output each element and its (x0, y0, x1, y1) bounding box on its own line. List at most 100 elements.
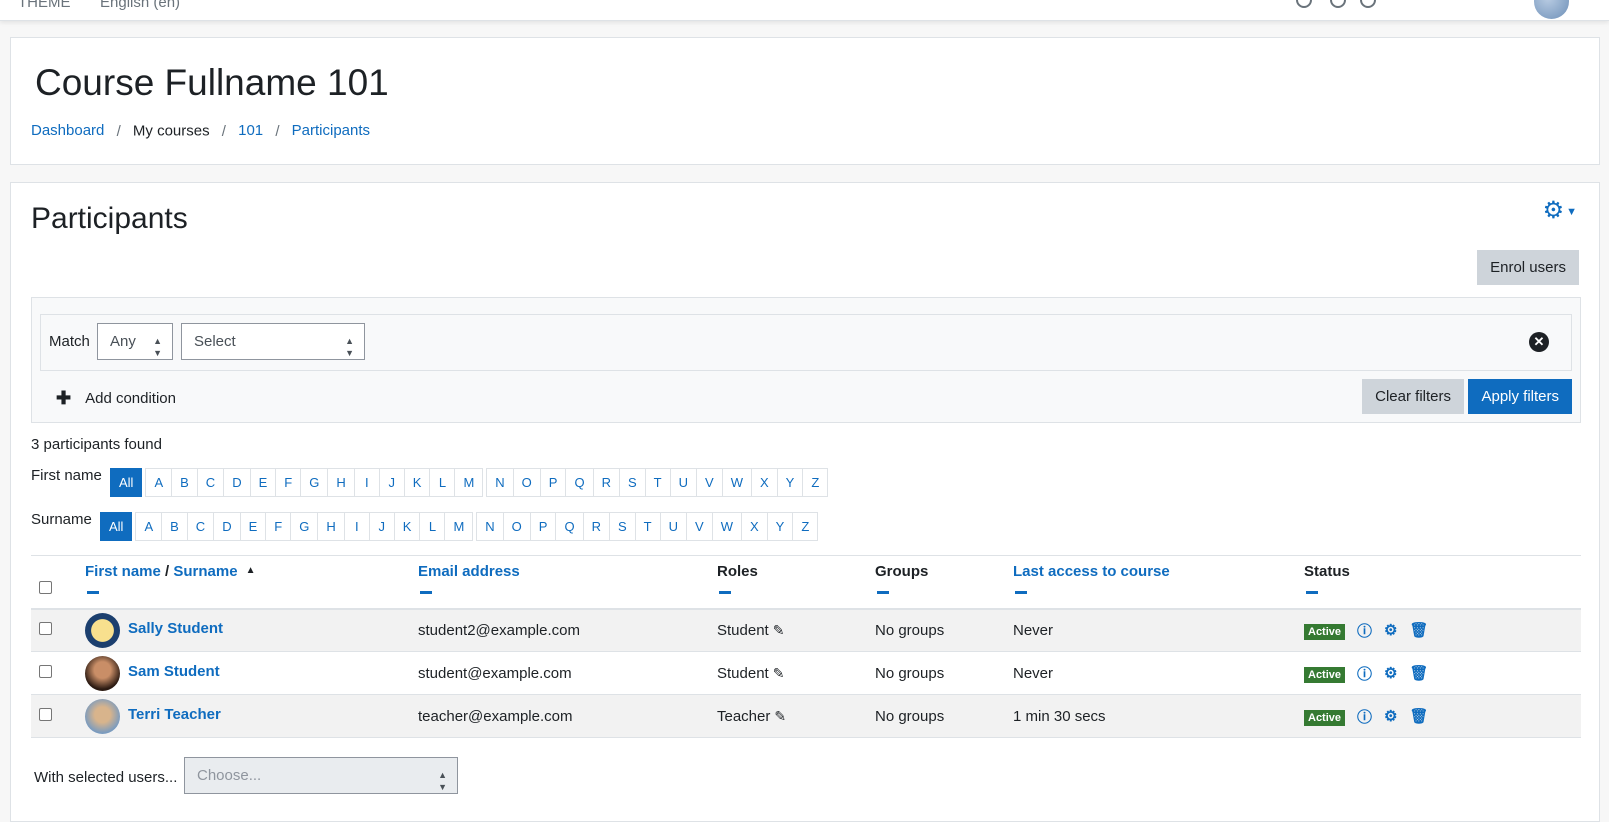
firstname-initial-p[interactable]: P (539, 468, 567, 497)
surname-initial-b[interactable]: B (161, 512, 188, 541)
surname-initial-z[interactable]: Z (792, 512, 819, 541)
sort-lastaccess-link[interactable]: Last access to course (1013, 563, 1170, 580)
user-name-link[interactable]: Terri Teacher (128, 706, 221, 723)
surname-initial-c[interactable]: C (186, 512, 215, 541)
collapse-column-icon[interactable] (1306, 591, 1318, 594)
firstname-initial-t[interactable]: T (644, 468, 671, 497)
surname-initial-f[interactable]: F (265, 512, 292, 541)
language-menu[interactable]: English (en) (100, 0, 180, 11)
surname-initial-u[interactable]: U (659, 512, 688, 541)
collapse-column-icon[interactable] (1015, 591, 1027, 594)
firstname-initial-c[interactable]: C (196, 468, 225, 497)
firstname-initial-a[interactable]: A (145, 468, 173, 497)
firstname-initial-b[interactable]: B (171, 468, 198, 497)
surname-initial-k[interactable]: K (393, 512, 421, 541)
firstname-initial-h[interactable]: H (327, 468, 355, 497)
surname-initial-g[interactable]: G (290, 512, 319, 541)
surname-initial-d[interactable]: D (213, 512, 241, 541)
filter-type-select[interactable]: Select ▲ ▼ (181, 323, 365, 360)
theme-menu[interactable]: THEME (18, 0, 71, 11)
user-avatar[interactable] (1534, 0, 1569, 19)
collapse-column-icon[interactable] (719, 591, 731, 594)
surname-initial-e[interactable]: E (239, 512, 267, 541)
surname-initial-s[interactable]: S (608, 512, 636, 541)
remove-filter-icon[interactable]: ✕ (1529, 332, 1549, 352)
firstname-initial-d[interactable]: D (223, 468, 251, 497)
messages-icon[interactable] (1360, 0, 1376, 8)
apply-filters-button[interactable]: Apply filters (1468, 379, 1572, 414)
surname-initial-h[interactable]: H (317, 512, 345, 541)
surname-initial-p[interactable]: P (529, 512, 557, 541)
firstname-initial-f[interactable]: F (275, 468, 302, 497)
page-actions-menu[interactable]: ⚙ ▼ (1543, 199, 1577, 224)
collapse-column-icon[interactable] (87, 591, 99, 594)
pencil-icon[interactable]: ✎ (774, 708, 786, 724)
firstname-initial-g[interactable]: G (300, 468, 329, 497)
firstname-initial-o[interactable]: O (512, 468, 541, 497)
pencil-icon[interactable]: ✎ (773, 665, 785, 681)
firstname-initial-k[interactable]: K (403, 468, 431, 497)
firstname-initial-e[interactable]: E (249, 468, 277, 497)
clear-filters-button[interactable]: Clear filters (1362, 379, 1464, 414)
user-name-link[interactable]: Sally Student (128, 620, 223, 637)
cog-icon[interactable]: ⚙ (1384, 664, 1397, 682)
sort-email-link[interactable]: Email address (418, 563, 520, 580)
surname-initial-all[interactable]: All (100, 512, 133, 541)
collapse-column-icon[interactable] (877, 591, 889, 594)
breadcrumb-participants[interactable]: Participants (292, 122, 370, 139)
firstname-initial-y[interactable]: Y (776, 468, 804, 497)
row-checkbox[interactable] (39, 621, 52, 635)
surname-initial-o[interactable]: O (502, 512, 531, 541)
surname-initial-y[interactable]: Y (766, 512, 794, 541)
bulk-action-select[interactable]: Choose... ▲ ▼ (184, 757, 458, 794)
row-checkbox[interactable] (39, 664, 52, 678)
search-icon[interactable] (1296, 0, 1312, 8)
notification-bell-icon[interactable] (1330, 0, 1346, 8)
firstname-initial-q[interactable]: Q (565, 468, 594, 497)
add-condition-button[interactable]: ✚ Add condition (56, 388, 176, 409)
collapse-column-icon[interactable] (420, 591, 432, 594)
trash-icon[interactable]: 🗑 (1410, 621, 1429, 639)
firstname-initial-w[interactable]: W (721, 468, 752, 497)
firstname-initial-l[interactable]: L (429, 468, 456, 497)
trash-icon[interactable]: 🗑 (1410, 664, 1429, 682)
trash-icon[interactable]: 🗑 (1410, 707, 1429, 725)
match-select[interactable]: Any ▲ ▼ (97, 323, 173, 360)
firstname-initial-i[interactable]: I (353, 468, 380, 497)
surname-initial-v[interactable]: V (686, 512, 713, 541)
cog-icon[interactable]: ⚙ (1384, 621, 1397, 639)
info-icon[interactable]: ⓘ (1357, 706, 1372, 727)
firstname-initial-n[interactable]: N (486, 468, 514, 497)
pencil-icon[interactable]: ✎ (773, 622, 785, 638)
surname-initial-r[interactable]: R (582, 512, 610, 541)
surname-initial-i[interactable]: I (343, 512, 370, 541)
surname-initial-m[interactable]: M (444, 512, 474, 541)
surname-initial-n[interactable]: N (476, 512, 504, 541)
surname-initial-a[interactable]: A (135, 512, 163, 541)
surname-initial-x[interactable]: X (741, 512, 768, 541)
cog-icon[interactable]: ⚙ (1384, 707, 1397, 725)
firstname-initial-s[interactable]: S (618, 468, 646, 497)
firstname-initial-m[interactable]: M (454, 468, 484, 497)
surname-initial-t[interactable]: T (634, 512, 661, 541)
user-avatar[interactable] (85, 612, 120, 648)
user-avatar[interactable] (85, 698, 120, 734)
sort-surname-link[interactable]: Surname (173, 563, 237, 580)
firstname-initial-z[interactable]: Z (802, 468, 829, 497)
breadcrumb-dashboard[interactable]: Dashboard (31, 122, 104, 139)
surname-initial-q[interactable]: Q (555, 512, 584, 541)
firstname-initial-x[interactable]: X (751, 468, 778, 497)
sort-firstname-link[interactable]: First name (85, 563, 161, 580)
surname-initial-j[interactable]: J (368, 512, 395, 541)
surname-initial-l[interactable]: L (419, 512, 446, 541)
firstname-initial-j[interactable]: J (378, 468, 405, 497)
firstname-initial-u[interactable]: U (669, 468, 698, 497)
enrol-users-button[interactable]: Enrol users (1477, 250, 1579, 285)
firstname-initial-all[interactable]: All (110, 468, 143, 497)
select-all-checkbox[interactable] (39, 580, 52, 594)
surname-initial-w[interactable]: W (711, 512, 742, 541)
firstname-initial-v[interactable]: V (696, 468, 723, 497)
info-icon[interactable]: ⓘ (1357, 620, 1372, 641)
firstname-initial-r[interactable]: R (592, 468, 620, 497)
row-checkbox[interactable] (39, 707, 52, 721)
